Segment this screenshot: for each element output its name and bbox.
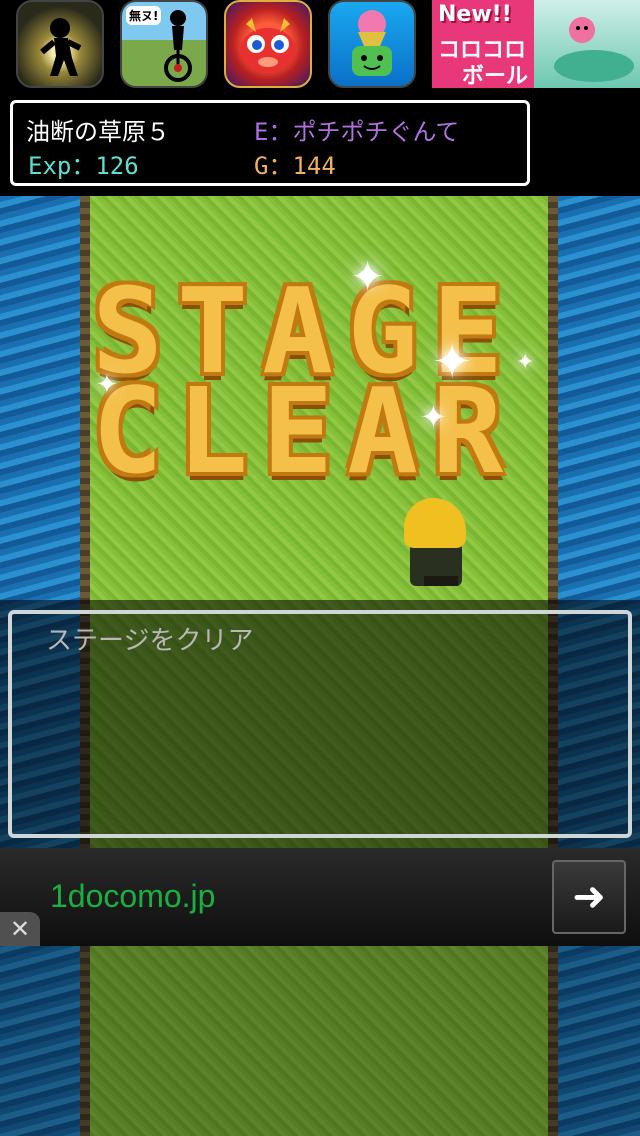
exp-label: Exp：126 <box>28 152 139 180</box>
ball-game-artwork <box>534 0 640 88</box>
enemy-label: E：ポチポチぐんて <box>254 118 460 146</box>
pink-ball-icon <box>554 17 634 82</box>
new-badge: New!! <box>438 2 512 27</box>
dragon-app-icon[interactable] <box>224 0 312 88</box>
gold-label: G：144 <box>254 152 336 180</box>
sparkle-icon: ✦ <box>420 398 447 436</box>
runner-app-icon[interactable] <box>16 0 104 88</box>
player-feet <box>424 576 458 586</box>
unicycle-app-icon[interactable]: 無ヌ! <box>120 0 208 88</box>
new-game-ad-banner[interactable]: New!! コロコロ ボール <box>432 0 640 88</box>
sparkle-icon: ✦ <box>432 334 473 390</box>
sparkle-icon: ✦ <box>516 350 535 375</box>
ad-link-text[interactable]: 1docomo.jp <box>50 878 215 915</box>
watering-can-app-icon[interactable] <box>328 0 416 88</box>
close-icon[interactable]: ✕ <box>0 912 40 946</box>
arrow-right-icon[interactable]: ➜ <box>552 860 626 934</box>
watering-can-icon <box>352 10 392 76</box>
sparkle-icon: ✦ <box>350 252 386 301</box>
dragon-face-icon <box>240 18 296 72</box>
runner-silhouette-icon <box>40 18 82 76</box>
field-lower-shadow <box>0 946 640 1136</box>
stage-name: 油断の草原５ <box>26 118 170 146</box>
ad-title-line2: ボール <box>462 64 529 88</box>
speech-bubble: 無ヌ! <box>126 6 162 25</box>
message-text: ステージをクリア <box>46 626 254 656</box>
sparkle-icon: ✦ <box>96 370 118 400</box>
